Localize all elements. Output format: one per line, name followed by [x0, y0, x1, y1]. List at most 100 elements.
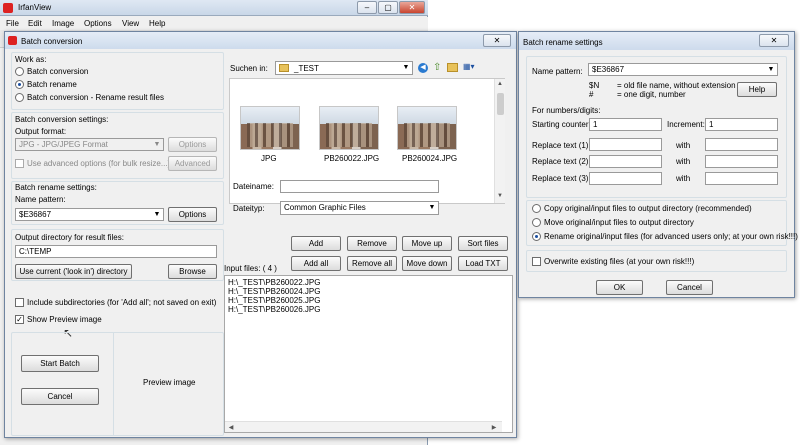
- rename-title: Batch rename settings: [523, 38, 603, 47]
- minimize-button[interactable]: –: [357, 1, 377, 14]
- advanced-button[interactable]: Advanced: [168, 156, 217, 171]
- overwrite-checkbox[interactable]: [532, 257, 541, 266]
- thumbnail-image[interactable]: [240, 106, 300, 150]
- radio-copy-files[interactable]: [532, 204, 541, 213]
- thumbnail-image[interactable]: [397, 106, 457, 150]
- main-window-title: IrfanView: [18, 3, 52, 12]
- list-item[interactable]: H:\_TEST\PB260022.JPG: [228, 278, 321, 287]
- batch-cancel-button[interactable]: Cancel: [21, 388, 99, 405]
- radio-rename-files[interactable]: [532, 232, 541, 241]
- move-down-button[interactable]: Move down: [402, 256, 452, 271]
- view-menu-icon[interactable]: ▦▾: [463, 62, 481, 73]
- sort-files-button[interactable]: Sort files: [458, 236, 508, 251]
- conversion-settings-label: Batch conversion settings:: [15, 115, 109, 124]
- menu-options[interactable]: Options: [84, 19, 112, 28]
- look-in-label: Suchen in:: [230, 64, 268, 73]
- browse-button[interactable]: Browse: [168, 264, 217, 279]
- filename-input[interactable]: [280, 180, 439, 193]
- chevron-down-icon: ▼: [153, 211, 161, 218]
- maximize-button[interactable]: ▢: [378, 1, 398, 14]
- advanced-options-label: Use advanced options (for bulk resize...…: [27, 159, 171, 168]
- menu-file[interactable]: File: [6, 19, 19, 28]
- move-up-button[interactable]: Move up: [402, 236, 452, 251]
- radio-batch-conversion-label: Batch conversion: [27, 67, 89, 76]
- include-subdirs-checkbox[interactable]: [15, 298, 24, 307]
- main-close-button[interactable]: ✕: [399, 1, 425, 14]
- name-pattern-select[interactable]: $E36867 ▼: [15, 208, 164, 221]
- rename-options-button[interactable]: Options: [168, 207, 217, 222]
- format-options-button[interactable]: Options: [168, 137, 217, 152]
- replace-1-input[interactable]: [589, 138, 662, 151]
- name-pattern-label: Name pattern:: [15, 195, 66, 204]
- advanced-options-checkbox[interactable]: [15, 159, 24, 168]
- start-counter-input[interactable]: 1: [589, 118, 662, 131]
- chevron-down-icon: ▼: [767, 66, 775, 73]
- filetype-label: Dateityp:: [233, 204, 265, 213]
- scroll-thumb[interactable]: [497, 93, 504, 115]
- replace-1-with-input[interactable]: [705, 138, 778, 151]
- ok-button[interactable]: OK: [596, 280, 643, 295]
- radio-conversion-rename[interactable]: [15, 93, 24, 102]
- scroll-left-icon[interactable]: ◀: [226, 424, 236, 431]
- replace-2-with-label: with: [676, 157, 691, 166]
- thumbnail-label: JPG: [261, 154, 277, 163]
- start-batch-button[interactable]: Start Batch: [21, 355, 99, 372]
- load-txt-button[interactable]: Load TXT: [458, 256, 508, 271]
- batch-close-button[interactable]: ✕: [483, 34, 511, 47]
- start-counter-label: Starting counter:: [532, 120, 591, 129]
- chevron-down-icon: ▼: [428, 204, 436, 211]
- list-item[interactable]: H:\_TEST\PB260025.JPG: [228, 296, 321, 305]
- up-folder-icon[interactable]: ⇧: [433, 62, 441, 73]
- radio-copy-files-label: Copy original/input files to output dire…: [544, 204, 752, 213]
- list-item[interactable]: H:\_TEST\PB260024.JPG: [228, 287, 321, 296]
- output-dir-input[interactable]: C:\TEMP: [15, 245, 217, 258]
- replace-3-with-input[interactable]: [705, 172, 778, 185]
- add-button[interactable]: Add: [291, 236, 341, 251]
- radio-batch-rename[interactable]: [15, 80, 24, 89]
- rename-pattern-select[interactable]: $E36867 ▼: [588, 63, 778, 76]
- thumbnail-label: PB260022.JPG: [324, 154, 380, 163]
- radio-conversion-rename-label: Batch conversion - Rename result files: [27, 93, 164, 102]
- thumbnail-label: PB260024.JPG: [402, 154, 458, 163]
- input-files-list[interactable]: H:\_TEST\PB260022.JPG H:\_TEST\PB260024.…: [224, 275, 513, 433]
- back-icon[interactable]: ◀: [418, 63, 428, 73]
- rename-pattern-label: Name pattern:: [532, 67, 583, 76]
- output-format-select[interactable]: JPG - JPG/JPEG Format ▼: [15, 138, 164, 151]
- replace-1-label: Replace text (1):: [532, 141, 591, 150]
- menu-help[interactable]: Help: [149, 19, 165, 28]
- radio-batch-conversion[interactable]: [15, 67, 24, 76]
- divider: [113, 332, 114, 436]
- remove-button[interactable]: Remove: [347, 236, 397, 251]
- scroll-up-icon[interactable]: ▲: [495, 81, 505, 87]
- new-folder-icon[interactable]: [447, 63, 458, 72]
- menu-image[interactable]: Image: [52, 19, 74, 28]
- browser-scrollbar[interactable]: ▲ ▼: [494, 79, 505, 203]
- increment-label: Increment:: [667, 120, 705, 129]
- work-as-label: Work as:: [15, 55, 47, 64]
- thumbnail-image[interactable]: [319, 106, 379, 150]
- rename-close-button[interactable]: ✕: [759, 34, 789, 47]
- menu-view[interactable]: View: [122, 19, 139, 28]
- remove-all-button[interactable]: Remove all: [347, 256, 397, 271]
- help-n-key: $N: [589, 81, 600, 90]
- use-current-dir-button[interactable]: Use current ('look in') directory: [15, 264, 132, 279]
- list-h-scrollbar[interactable]: ◀ ▶: [225, 421, 502, 432]
- replace-3-input[interactable]: [589, 172, 662, 185]
- rename-cancel-button[interactable]: Cancel: [666, 280, 713, 295]
- increment-input[interactable]: 1: [705, 118, 778, 131]
- menu-edit[interactable]: Edit: [28, 19, 42, 28]
- help-button[interactable]: Help: [737, 82, 777, 97]
- look-in-select[interactable]: _TEST ▼: [275, 61, 413, 75]
- replace-3-with-label: with: [676, 174, 691, 183]
- scroll-right-icon[interactable]: ▶: [489, 424, 499, 431]
- show-preview-checkbox[interactable]: ✓: [15, 315, 24, 324]
- filetype-select[interactable]: Common Graphic Files ▼: [280, 201, 439, 215]
- replace-2-label: Replace text (2):: [532, 157, 591, 166]
- digits-label: For numbers/digits:: [532, 106, 601, 115]
- add-all-button[interactable]: Add all: [291, 256, 341, 271]
- replace-2-input[interactable]: [589, 155, 662, 168]
- replace-2-with-input[interactable]: [705, 155, 778, 168]
- list-item[interactable]: H:\_TEST\PB260026.JPG: [228, 305, 321, 314]
- scroll-down-icon[interactable]: ▼: [495, 193, 505, 199]
- radio-move-files[interactable]: [532, 218, 541, 227]
